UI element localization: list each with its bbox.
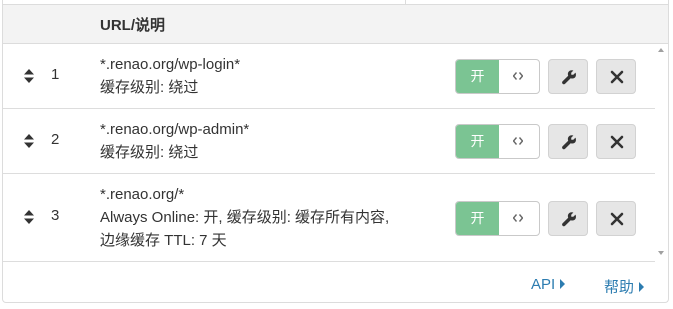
api-link-label: API [531, 276, 556, 293]
sort-arrows-icon[interactable] [22, 133, 36, 149]
wrench-icon [562, 135, 576, 150]
sort-arrows-icon[interactable] [22, 209, 36, 225]
sort-arrows-icon[interactable] [22, 68, 36, 84]
column-header-url: URL/说明 [100, 17, 165, 34]
toggle-on-label: 开 [456, 125, 499, 158]
rule-toggle[interactable]: 开 [455, 201, 540, 236]
delete-rule-button[interactable] [596, 201, 636, 236]
rule-number: 3 [51, 207, 60, 224]
rule-description: Always Online: 开, 缓存级别: 缓存所有内容, [100, 209, 390, 226]
caret-right-icon [639, 282, 645, 292]
help-link-label: 帮助 [604, 279, 635, 296]
wrench-icon [562, 70, 576, 85]
code-arrows-icon [499, 60, 539, 93]
rule-url: *.renao.org/* [100, 186, 185, 203]
rule-toggle[interactable]: 开 [455, 124, 540, 159]
close-icon [610, 70, 624, 84]
table-header: URL/说明 [3, 4, 668, 44]
rule-url: *.renao.org/wp-admin* [100, 121, 250, 138]
table-row: 2 *.renao.org/wp-admin* 缓存级别: 绕过 开 [3, 109, 655, 174]
rule-toggle[interactable]: 开 [455, 59, 540, 94]
rule-url: *.renao.org/wp-login* [100, 56, 241, 73]
code-arrows-icon [499, 125, 539, 158]
edit-rule-button[interactable] [548, 124, 588, 159]
rule-description: 缓存级别: 绕过 [100, 79, 199, 96]
rule-number: 1 [51, 66, 60, 83]
code-arrows-icon [499, 202, 539, 235]
delete-rule-button[interactable] [596, 124, 636, 159]
delete-rule-button[interactable] [596, 59, 636, 94]
wrench-icon [562, 212, 576, 227]
page-rules-panel: URL/说明 1 *.renao.org/wp-login* 缓存级别: 绕过 … [2, 0, 669, 303]
help-link[interactable]: 帮助 [604, 276, 645, 297]
table-row: 1 *.renao.org/wp-login* 缓存级别: 绕过 开 [3, 44, 655, 109]
scroll-down-arrow-icon[interactable] [658, 251, 664, 255]
toggle-on-label: 开 [456, 60, 499, 93]
rule-description: 缓存级别: 绕过 [100, 144, 199, 161]
api-link[interactable]: API [531, 276, 566, 293]
vertical-scrollbar[interactable] [655, 44, 668, 262]
edit-rule-button[interactable] [548, 59, 588, 94]
edit-rule-button[interactable] [548, 201, 588, 236]
rule-number: 2 [51, 131, 60, 148]
scroll-up-arrow-icon[interactable] [658, 48, 664, 52]
rule-description: 边缘缓存 TTL: 7 天 [100, 232, 227, 249]
toggle-on-label: 开 [456, 202, 499, 235]
close-icon [610, 212, 624, 226]
caret-right-icon [560, 279, 566, 289]
close-icon [610, 135, 624, 149]
table-row: 3 *.renao.org/* Always Online: 开, 缓存级别: … [3, 174, 655, 262]
